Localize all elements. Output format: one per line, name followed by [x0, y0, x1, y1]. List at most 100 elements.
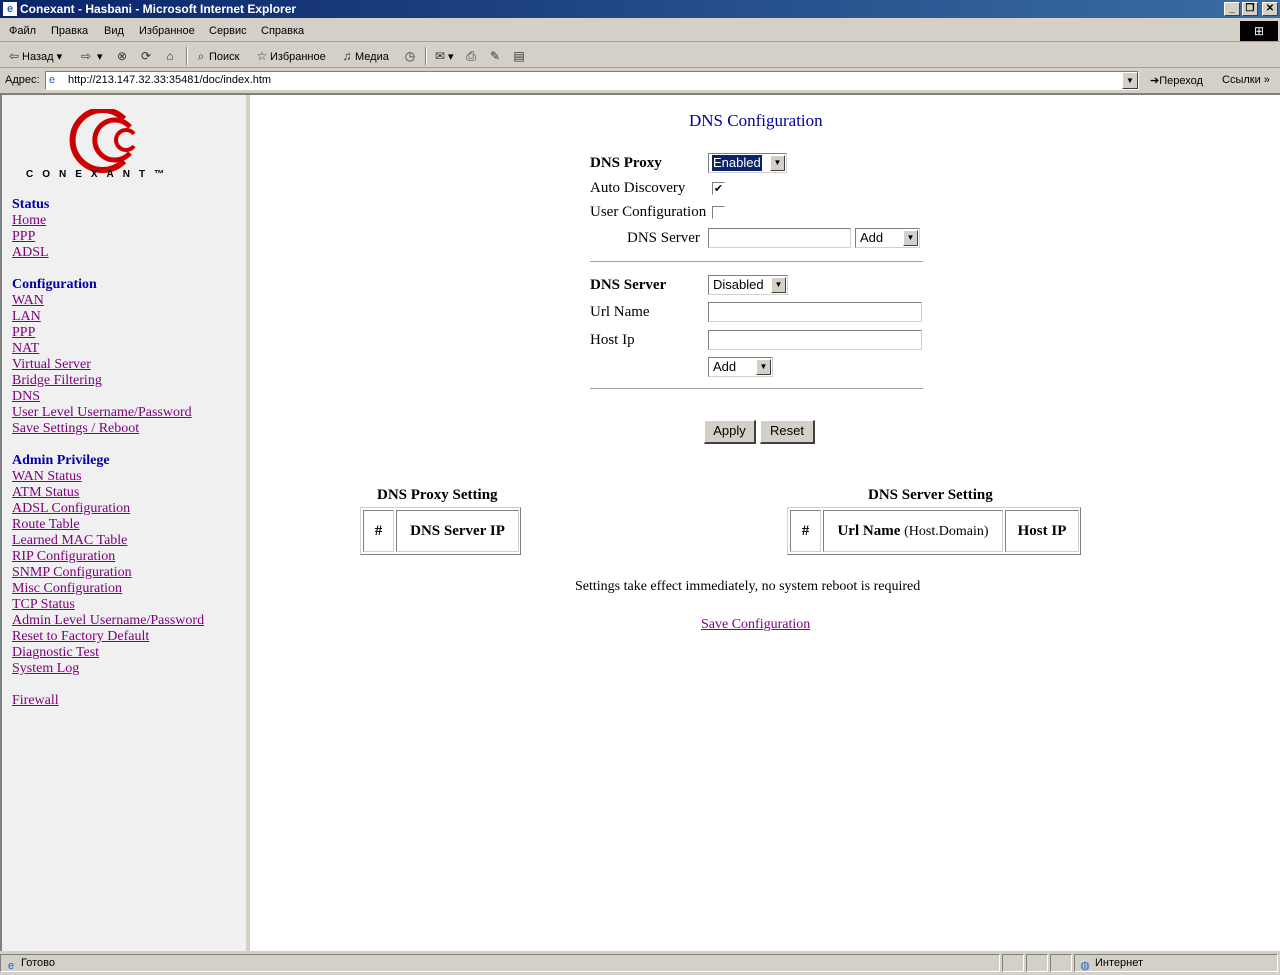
- table-header-dns-server-ip: DNS Server IP: [396, 510, 519, 552]
- user-configuration-checkbox[interactable]: [712, 206, 725, 219]
- home-button[interactable]: ⌂: [162, 48, 178, 65]
- dns-proxy-table-title: DNS Proxy Setting: [377, 487, 498, 503]
- url-name-input[interactable]: [708, 302, 922, 322]
- favorites-icon: ☆: [256, 49, 268, 63]
- nav-admin-section: Admin Privilege WAN Status ATM Status AD…: [12, 453, 204, 677]
- menu-edit[interactable]: Правка: [51, 25, 88, 37]
- dns-server-ip-label: DNS Server: [627, 230, 700, 246]
- main-frame: DNS Configuration DNS Proxy Enabled ▼ Au…: [254, 95, 1280, 951]
- dns-server-action-select[interactable]: Add ▼: [708, 357, 773, 377]
- refresh-button[interactable]: ⟳: [138, 48, 154, 65]
- nav-heading-admin: Admin Privilege: [12, 453, 110, 468]
- nav-link-dns[interactable]: DNS: [12, 389, 192, 405]
- print-icon: ⎙: [466, 49, 476, 63]
- apply-button[interactable]: Apply: [704, 420, 756, 444]
- home-icon: ⌂: [166, 49, 174, 63]
- auto-discovery-checkbox[interactable]: ✔: [712, 182, 725, 195]
- discuss-icon: ▤: [513, 49, 525, 63]
- minimize-button[interactable]: _: [1224, 2, 1240, 16]
- menu-view[interactable]: Вид: [104, 25, 124, 37]
- table-header-number: #: [790, 510, 821, 552]
- nav-link-snmp-config[interactable]: SNMP Configuration: [12, 565, 204, 581]
- edit-icon: ✎: [489, 49, 501, 63]
- dns-server-value: Disabled: [713, 277, 764, 292]
- stop-button[interactable]: ⊗: [114, 48, 130, 65]
- nav-link-lan[interactable]: LAN: [12, 309, 192, 325]
- mail-icon: ✉: [434, 49, 446, 63]
- divider: [590, 388, 923, 390]
- nav-link-nat[interactable]: NAT: [12, 341, 192, 357]
- address-input[interactable]: e http://213.147.32.33:35481/doc/index.h…: [45, 71, 1139, 90]
- media-button[interactable]: ♫ Медиа: [339, 48, 389, 65]
- nav-link-virtual-server[interactable]: Virtual Server: [12, 357, 192, 373]
- menu-help[interactable]: Справка: [261, 25, 304, 37]
- save-configuration-link[interactable]: Save Configuration: [701, 617, 810, 633]
- nav-link-tcp-status[interactable]: TCP Status: [12, 597, 204, 613]
- nav-link-firewall[interactable]: Firewall: [12, 693, 59, 709]
- restore-button[interactable]: ❐: [1242, 2, 1258, 16]
- windows-logo-icon: ⊞: [1240, 21, 1278, 41]
- discuss-button[interactable]: ▤: [511, 48, 527, 65]
- conexant-logo-text: CONEXANT™: [26, 169, 174, 180]
- mail-button[interactable]: ✉ ▾: [432, 48, 454, 65]
- host-ip-label: Host Ip: [590, 332, 635, 348]
- auto-discovery-label: Auto Discovery: [590, 180, 686, 196]
- go-arrow-icon: ➔: [1150, 75, 1160, 87]
- address-dropdown-icon[interactable]: ▼: [1122, 72, 1138, 89]
- history-button[interactable]: ◷: [402, 48, 418, 65]
- nav-heading-status: Status: [12, 197, 50, 212]
- url-name-label: Url Name: [590, 304, 650, 320]
- nav-link-ppp[interactable]: PPP: [12, 325, 192, 341]
- dns-proxy-value: Enabled: [711, 154, 763, 172]
- dns-server-select[interactable]: Disabled ▼: [708, 275, 788, 295]
- nav-link-system-log[interactable]: System Log: [12, 661, 204, 677]
- divider: [590, 261, 923, 263]
- reset-button[interactable]: Reset: [760, 420, 815, 444]
- nav-link-misc-config[interactable]: Misc Configuration: [12, 581, 204, 597]
- host-ip-input[interactable]: [708, 330, 922, 350]
- dns-proxy-action-select[interactable]: Add ▼: [855, 228, 920, 248]
- nav-link-wan-status[interactable]: WAN Status: [12, 469, 204, 485]
- dns-server-ip-input[interactable]: [708, 228, 851, 248]
- go-button[interactable]: ➔Переход: [1150, 74, 1203, 87]
- dns-server-action-value: Add: [713, 359, 737, 374]
- dns-proxy-select[interactable]: Enabled ▼: [708, 153, 787, 173]
- nav-link-home[interactable]: Home: [12, 213, 49, 229]
- nav-link-adsl-status[interactable]: ADSL: [12, 245, 49, 261]
- nav-firewall-section: Firewall: [12, 693, 59, 709]
- chevron-down-icon: ▼: [903, 230, 918, 246]
- user-configuration-label: User Configuration: [590, 204, 707, 220]
- dns-server-table: # Url Name (Host.Domain) Host IP: [787, 507, 1081, 555]
- nav-link-admin-password[interactable]: Admin Level Username/Password: [12, 613, 204, 629]
- nav-link-user-password[interactable]: User Level Username/Password: [12, 405, 192, 421]
- ie-icon: e: [3, 2, 17, 16]
- nav-link-bridge-filtering[interactable]: Bridge Filtering: [12, 373, 192, 389]
- nav-link-ppp-status[interactable]: PPP: [12, 229, 49, 245]
- nav-link-factory-reset[interactable]: Reset to Factory Default: [12, 629, 204, 645]
- back-arrow-icon: ⇦: [8, 49, 20, 63]
- close-button[interactable]: ✕: [1262, 2, 1278, 16]
- menu-favorites[interactable]: Избранное: [139, 25, 195, 37]
- nav-link-save-reboot[interactable]: Save Settings / Reboot: [12, 421, 192, 437]
- back-button[interactable]: ⇦ Назад ▾: [6, 48, 62, 65]
- edit-button[interactable]: ✎: [487, 48, 503, 65]
- nav-link-wan[interactable]: WAN: [12, 293, 192, 309]
- nav-link-rip-config[interactable]: RIP Configuration: [12, 549, 204, 565]
- window-title: Conexant - Hasbani - Microsoft Internet …: [20, 2, 297, 16]
- nav-link-adsl-config[interactable]: ADSL Configuration: [12, 501, 204, 517]
- menu-tools[interactable]: Сервис: [209, 25, 247, 37]
- print-button[interactable]: ⎙: [463, 48, 479, 65]
- menu-bar: Файл Правка Вид Избранное Сервис Справка…: [0, 20, 1280, 42]
- links-button[interactable]: Ссылки »: [1222, 74, 1270, 86]
- nav-link-route-table[interactable]: Route Table: [12, 517, 204, 533]
- favorites-button[interactable]: ☆ Избранное: [254, 48, 326, 65]
- search-button[interactable]: ⌕ Поиск: [193, 48, 240, 65]
- chevron-down-icon: ▼: [771, 277, 786, 293]
- zone-pane: ◍ Интернет: [1074, 954, 1278, 972]
- nav-link-mac-table[interactable]: Learned MAC Table: [12, 533, 204, 549]
- forward-button[interactable]: ⇨ ▾: [78, 48, 103, 65]
- menu-file[interactable]: Файл: [9, 25, 36, 37]
- address-bar: Адрес: e http://213.147.32.33:35481/doc/…: [0, 69, 1280, 93]
- nav-link-atm-status[interactable]: ATM Status: [12, 485, 204, 501]
- nav-link-diagnostic[interactable]: Diagnostic Test: [12, 645, 204, 661]
